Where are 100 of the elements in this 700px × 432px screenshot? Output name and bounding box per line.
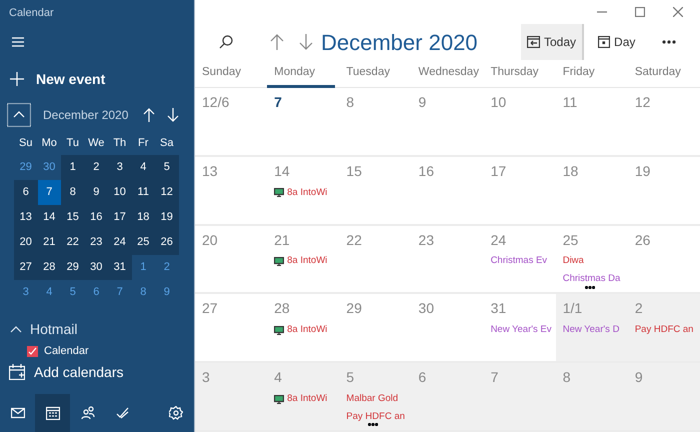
day-cell-background[interactable]: 1/1 New Year's D xyxy=(556,294,628,364)
day-cell[interactable]: 3 xyxy=(14,280,38,305)
weekday-header: Wednesday xyxy=(417,65,480,80)
add-calendars-button[interactable]: Add calendars xyxy=(9,361,179,383)
day-cell[interactable]: 1 xyxy=(61,155,84,180)
weekday-label: Th xyxy=(113,136,126,151)
day-cell[interactable]: 20 xyxy=(14,230,38,255)
day-cell[interactable]: 28 xyxy=(38,255,61,280)
date-number: 31 xyxy=(490,299,506,318)
calendar-label[interactable]: Calendar xyxy=(44,345,89,357)
date-number: 17 xyxy=(490,162,506,181)
event-title[interactable]: Christmas Da xyxy=(562,272,620,287)
weekday-label: We xyxy=(88,136,104,151)
day-cell-background[interactable]: 26 xyxy=(628,226,700,294)
day-cell[interactable]: 9 xyxy=(84,180,108,205)
account-header[interactable]: Hotmail xyxy=(10,319,194,339)
date-number: 6 xyxy=(418,368,426,388)
collapse-icon[interactable] xyxy=(7,103,31,127)
maximize-icon[interactable] xyxy=(635,7,645,17)
event-title[interactable]: Diwa xyxy=(562,254,584,269)
day-cell[interactable]: 6 xyxy=(84,280,108,305)
menu-icon[interactable] xyxy=(11,36,25,48)
day-cell[interactable]: 21 xyxy=(38,230,61,255)
day-cell-background[interactable]: 8 xyxy=(556,363,628,432)
event-title[interactable]: New Year's Ev xyxy=(490,323,552,338)
day-cell[interactable]: 24 xyxy=(108,230,132,255)
day-cell-background[interactable]: 21 8a IntoWi xyxy=(267,226,340,294)
day-cell-background[interactable]: 9 xyxy=(628,363,700,432)
day-cell[interactable]: 16 xyxy=(84,205,108,230)
day-cell[interactable]: 14 xyxy=(38,205,61,230)
day-cell[interactable]: 8 xyxy=(61,180,84,205)
new-event-button[interactable]: New event xyxy=(10,68,194,90)
day-cell[interactable]: 8 xyxy=(132,280,155,305)
search-icon[interactable] xyxy=(219,35,233,49)
day-cell-background[interactable]: 6 xyxy=(411,363,484,432)
day-cell-background[interactable]: 4 8a IntoWi xyxy=(267,363,340,432)
date-number: 24 xyxy=(490,230,506,250)
event-title[interactable]: Malbar Gold xyxy=(346,392,398,406)
today-button[interactable]: Today xyxy=(521,24,584,60)
day-cell[interactable]: 29 xyxy=(14,155,38,180)
day-cell-background[interactable]: 20 xyxy=(195,226,268,294)
day-cell-background[interactable]: 5 Malbar Gold Pay HDFC an xyxy=(339,363,412,432)
day-cell-background[interactable]: 23 xyxy=(411,226,484,294)
nav-button[interactable] xyxy=(35,394,70,432)
day-cell[interactable]: 19 xyxy=(155,205,178,230)
calendar-add-icon xyxy=(9,364,25,380)
event-title[interactable]: Christmas Ev xyxy=(490,254,548,269)
event-title[interactable]: New Year's D xyxy=(562,323,620,338)
day-cell[interactable]: 15 xyxy=(61,205,84,230)
day-cell-background[interactable]: 22 xyxy=(339,226,412,294)
day-cell[interactable]: 7 xyxy=(108,280,132,305)
day-cell-background[interactable]: 3 xyxy=(195,363,268,432)
close-icon[interactable] xyxy=(673,7,683,17)
day-cell[interactable]: 30 xyxy=(84,255,108,280)
day-cell[interactable]: 10 xyxy=(108,180,132,205)
more-icon[interactable] xyxy=(584,286,595,289)
day-cell[interactable]: 25 xyxy=(132,230,155,255)
event-title[interactable]: 8a IntoWi xyxy=(287,323,328,338)
event-title[interactable]: Pay HDFC an xyxy=(634,323,694,338)
day-cell[interactable]: 17 xyxy=(108,205,132,230)
day-cell[interactable]: 2 xyxy=(155,255,178,280)
day-cell[interactable]: 27 xyxy=(14,255,38,280)
date-number: 7 xyxy=(274,93,282,112)
day-cell[interactable]: 3 xyxy=(108,155,132,180)
event-title[interactable]: 8a IntoWi xyxy=(287,186,328,200)
day-cell[interactable]: 13 xyxy=(14,205,38,230)
date-number: 27 xyxy=(202,299,218,318)
day-cell-background[interactable]: 7 xyxy=(484,363,556,432)
day-cell[interactable]: 23 xyxy=(84,230,108,255)
event-title[interactable]: 8a IntoWi xyxy=(287,254,328,269)
more-icon[interactable] xyxy=(662,40,676,44)
day-cell[interactable]: 31 xyxy=(108,255,132,280)
checkmark-icon xyxy=(28,346,37,356)
day-cell[interactable]: 1 xyxy=(132,255,155,280)
day-cell[interactable]: 12 xyxy=(155,180,178,205)
day-cell[interactable]: 26 xyxy=(155,230,178,255)
day-cell[interactable]: 5 xyxy=(61,280,84,305)
day-cell[interactable]: 2 xyxy=(84,155,108,180)
day-cell[interactable]: 5 xyxy=(155,155,178,180)
day-cell-background[interactable]: 2 Pay HDFC an xyxy=(628,294,700,364)
month-title: December 2020 xyxy=(321,28,479,56)
event-title[interactable]: Pay HDFC an xyxy=(346,410,405,424)
day-cell[interactable]: 6 xyxy=(14,180,38,205)
day-cell[interactable]: 30 xyxy=(38,155,61,180)
more-icon[interactable] xyxy=(368,423,378,426)
weekday-label: Fr xyxy=(138,136,148,151)
event-title[interactable]: 8a IntoWi xyxy=(287,392,328,406)
day-cell[interactable]: 11 xyxy=(132,180,155,205)
day-cell[interactable]: 4 xyxy=(132,155,155,180)
day-cell[interactable]: 18 xyxy=(132,205,155,230)
day-button[interactable]: Day xyxy=(592,24,642,60)
checkbox[interactable] xyxy=(27,346,38,356)
day-cell[interactable]: 4 xyxy=(38,280,61,305)
day-cell[interactable]: 29 xyxy=(61,255,84,280)
day-cell-background[interactable]: 25 Diwa Christmas Da xyxy=(556,226,628,294)
day-cell[interactable]: 22 xyxy=(61,230,84,255)
day-cell[interactable]: 9 xyxy=(155,280,178,305)
day-cell[interactable]: 7 xyxy=(38,180,61,205)
day-cell-background[interactable]: 24 Christmas Ev xyxy=(484,226,556,294)
date-number: 19 xyxy=(634,162,650,181)
